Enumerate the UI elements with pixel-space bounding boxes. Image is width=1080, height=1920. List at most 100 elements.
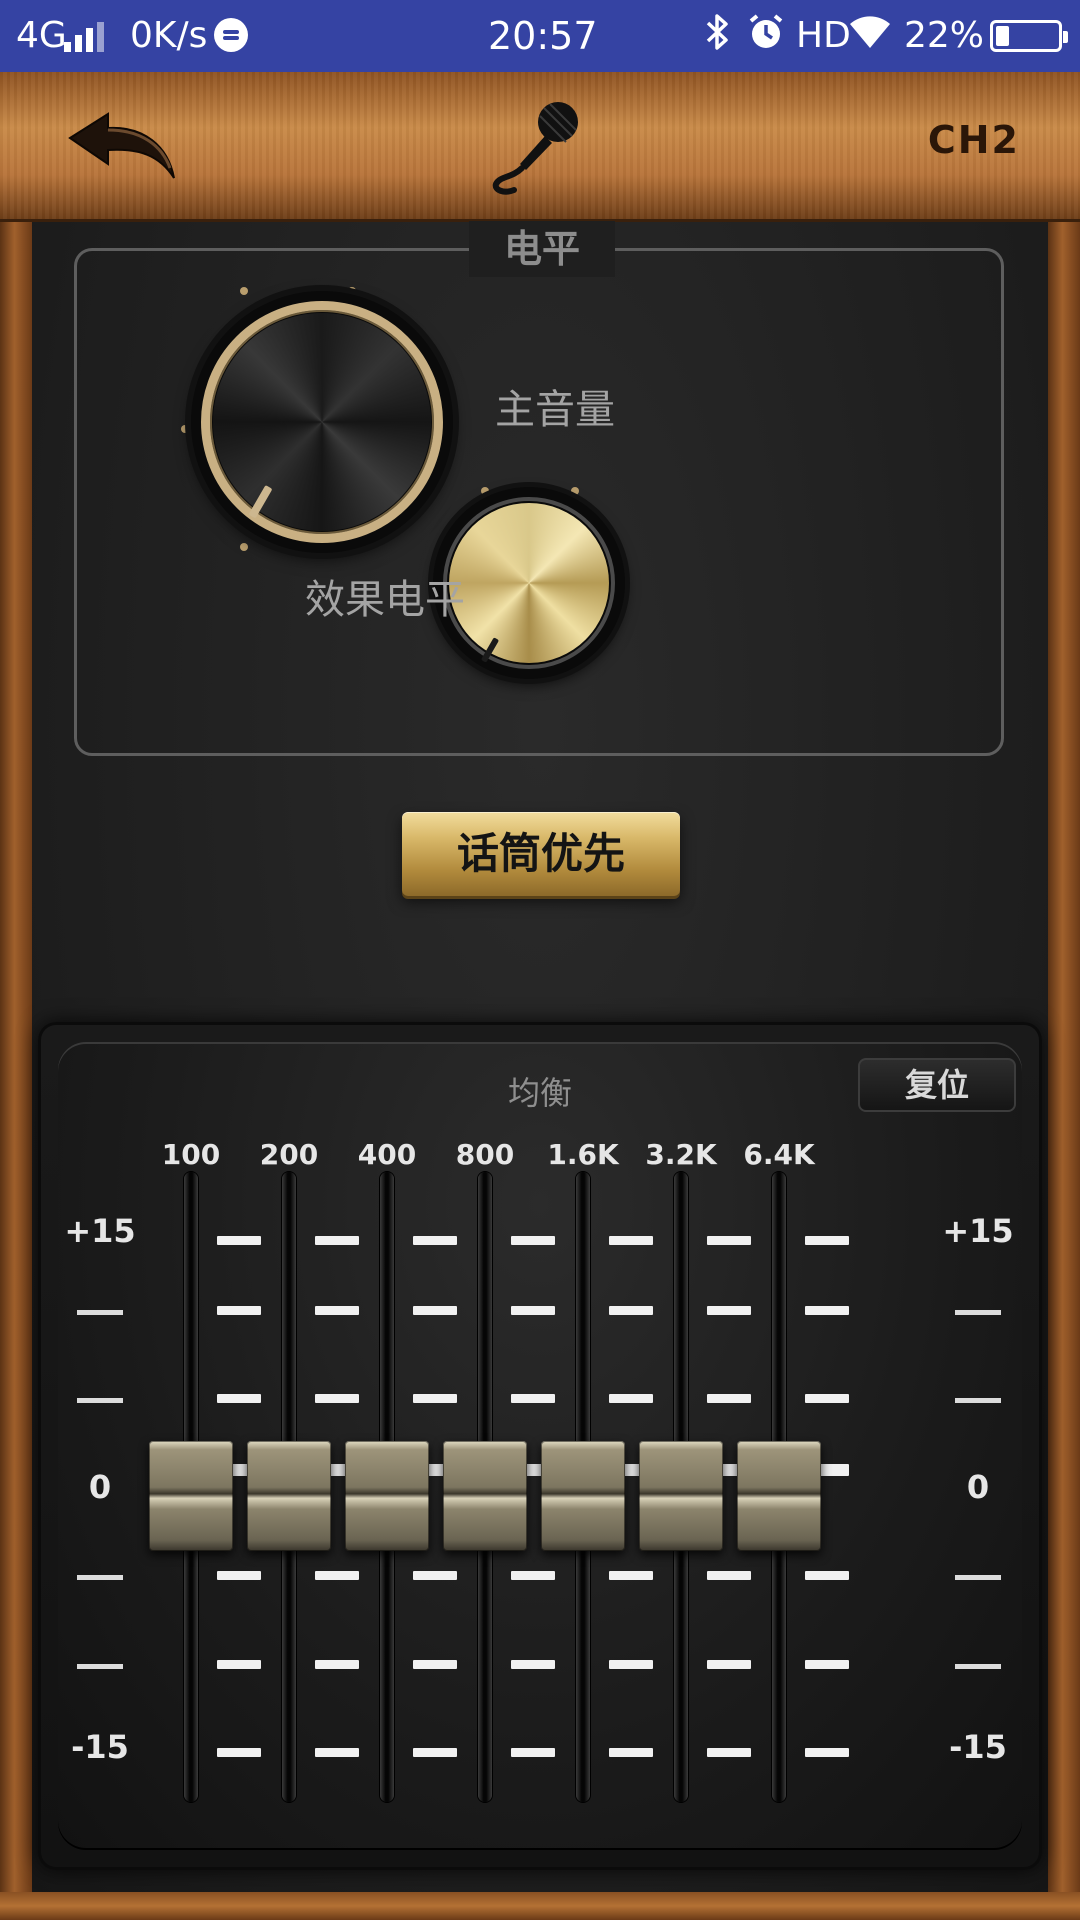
- scale-mark: [609, 1571, 653, 1580]
- band-slider-thumb[interactable]: [639, 1441, 723, 1551]
- band-frequency-label: 100: [161, 1138, 221, 1171]
- scale-top-left: +15: [64, 1212, 136, 1250]
- channel-label[interactable]: CH2: [928, 118, 1020, 162]
- knob-scale-dot: [181, 425, 189, 433]
- scale-mark: [511, 1571, 555, 1580]
- band-frequency-label: 3.2K: [645, 1138, 717, 1171]
- band-slider-thumb[interactable]: [247, 1441, 331, 1551]
- main-panel: 电平 主音量 效果电平 话筒优先 均衡 复位 +15 0 -15 +15 0 -…: [32, 221, 1048, 1892]
- scale-mark: [413, 1236, 457, 1245]
- scale-mark: [413, 1394, 457, 1403]
- scale-mark: [217, 1236, 261, 1245]
- alarm-icon: [742, 12, 790, 60]
- scale-mark: [315, 1236, 359, 1245]
- scale-mark: [511, 1660, 555, 1669]
- scale-zero-right: 0: [966, 1468, 990, 1506]
- scale-mark: [511, 1306, 555, 1315]
- scale-mark: [805, 1236, 849, 1245]
- scale-mark: [413, 1306, 457, 1315]
- scale-bottom-right: -15: [949, 1728, 1007, 1766]
- band-frequency-label: 200: [259, 1138, 319, 1171]
- network-speed: 0K/s: [130, 15, 208, 56]
- battery-level: [996, 26, 1009, 46]
- scale-mark: [217, 1660, 261, 1669]
- equalizer-panel: 均衡 复位 +15 0 -15 +15 0 -15 100 200 400 800 1.…: [58, 1042, 1022, 1850]
- reset-button[interactable]: 复位: [858, 1058, 1016, 1112]
- back-arrow-icon: [68, 112, 175, 179]
- band-frequency-label: 6.4K: [743, 1138, 815, 1171]
- master-volume-knob[interactable]: [191, 291, 453, 553]
- scale-mark: [609, 1394, 653, 1403]
- master-volume-label: 主音量: [495, 387, 615, 433]
- battery-icon: [990, 20, 1068, 52]
- scale-mark: [315, 1748, 359, 1757]
- battery-percent: 22%: [904, 15, 985, 56]
- scale-mark: [413, 1660, 457, 1669]
- wood-frame-bottom: [0, 1892, 1080, 1920]
- scale-tick: [77, 1575, 123, 1580]
- network-type: 4G: [16, 15, 67, 56]
- scale-mark: [413, 1748, 457, 1757]
- knob-scale-dot: [481, 487, 489, 495]
- scale-tick: [955, 1398, 1001, 1403]
- scale-tick: [955, 1310, 1001, 1315]
- scale-mark: [609, 1748, 653, 1757]
- scale-mark: [511, 1748, 555, 1757]
- scale-mark: [315, 1571, 359, 1580]
- scale-mark: [805, 1660, 849, 1669]
- level-title: 电平: [469, 221, 615, 277]
- mic-priority-button[interactable]: 话筒优先: [402, 812, 680, 896]
- band-frequency-label: 800: [455, 1138, 515, 1171]
- scale-mark: [217, 1394, 261, 1403]
- band-slider-thumb[interactable]: [443, 1441, 527, 1551]
- scale-zero-left: 0: [88, 1468, 112, 1506]
- clock: 20:57: [488, 14, 598, 58]
- scale-tick: [955, 1664, 1001, 1669]
- scale-tick: [77, 1398, 123, 1403]
- bluetooth-icon: [694, 12, 742, 60]
- scale-tick: [77, 1664, 123, 1669]
- knob-face: [449, 503, 609, 663]
- band-frequency-label: 400: [357, 1138, 417, 1171]
- scale-mark: [511, 1394, 555, 1403]
- band-slider-thumb[interactable]: [541, 1441, 625, 1551]
- band-frequency-label: 1.6K: [547, 1138, 619, 1171]
- scale-top-right: +15: [942, 1212, 1014, 1250]
- message-icon: [214, 18, 248, 52]
- band-slider-thumb[interactable]: [737, 1441, 821, 1551]
- back-button[interactable]: [64, 108, 184, 188]
- level-section: 电平 主音量 效果电平: [74, 221, 1004, 756]
- scale-mark: [707, 1660, 751, 1669]
- scale-mark: [805, 1394, 849, 1403]
- scale-mark: [609, 1660, 653, 1669]
- scale-mark: [315, 1660, 359, 1669]
- knob-scale-dot: [240, 287, 248, 295]
- scale-mark: [707, 1236, 751, 1245]
- knob-scale-dot: [571, 487, 579, 495]
- wifi-icon: [846, 12, 894, 60]
- effect-level-label: 效果电平: [305, 577, 465, 623]
- signal-icon: [64, 22, 108, 52]
- scale-mark: [315, 1306, 359, 1315]
- scale-tick: [77, 1310, 123, 1315]
- status-bar: 4G 0K/s 20:57 HD 22%: [0, 0, 1080, 72]
- hd-indicator: HD: [796, 15, 851, 56]
- band-slider-thumb[interactable]: [345, 1441, 429, 1551]
- scale-mark: [805, 1306, 849, 1315]
- scale-mark: [217, 1306, 261, 1315]
- scale-mark: [707, 1306, 751, 1315]
- scale-mark: [413, 1571, 457, 1580]
- scale-mark: [511, 1236, 555, 1245]
- scale-mark: [609, 1306, 653, 1315]
- scale-mark: [217, 1571, 261, 1580]
- equalizer-section: 均衡 复位 +15 0 -15 +15 0 -15 100 200 400 800 1.…: [38, 1022, 1042, 1870]
- wood-frame-right: [1048, 72, 1080, 1920]
- knob-scale-dot: [240, 543, 248, 551]
- scale-mark: [805, 1571, 849, 1580]
- scale-tick: [955, 1575, 1001, 1580]
- wood-frame-left: [0, 72, 32, 1920]
- microphone-icon: [490, 96, 590, 196]
- band-slider-thumb[interactable]: [149, 1441, 233, 1551]
- scale-mark: [707, 1748, 751, 1757]
- knob-face: [213, 313, 431, 531]
